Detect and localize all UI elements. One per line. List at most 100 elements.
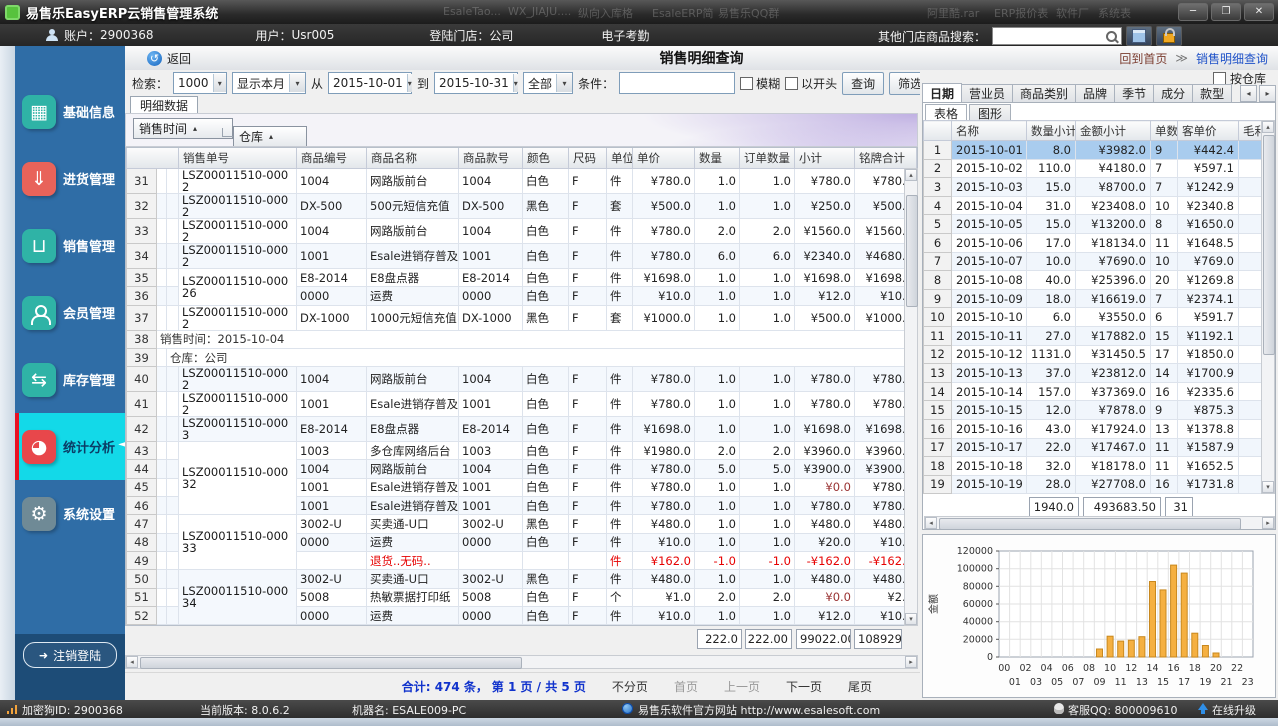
scroll-down-icon[interactable]: ▾ xyxy=(905,613,917,625)
table-row[interactable]: 31 LSZ00011510-0002 1004 网路版前台 1004 白色 F 件… xyxy=(126,168,917,194)
home-link[interactable]: 回到首页 xyxy=(1119,50,1167,67)
scroll-left-icon[interactable]: ◂ xyxy=(925,517,937,529)
stats-row[interactable]: 1 2015-10-01 8.0 ¥3982.0 9 ¥442.4 xyxy=(923,140,1271,160)
scroll-right-icon[interactable]: ▸ xyxy=(905,656,917,668)
stats-row[interactable]: 6 2015-10-06 17.0 ¥18134.0 11 ¥1648.5 xyxy=(923,232,1271,253)
date-from-picker[interactable]: 2015-10-01 ▾ xyxy=(328,72,413,94)
column-header[interactable]: 销售单号 xyxy=(178,148,297,169)
group-row-sale-time[interactable]: 38 销售时间：2015-10-04 xyxy=(126,329,917,349)
table-row[interactable]: 42 LSZ00011510-0003 E8-2014 E8盘点器 E8-2014 … xyxy=(126,416,917,443)
stats-row[interactable]: 12 2015-10-12 1131.0 ¥31450.5 17 ¥1850.0 xyxy=(923,344,1271,365)
table-row[interactable]: 50 LSZ00011510-00034 3002-U 买卖通-U口 3002-U … xyxy=(126,569,917,625)
tabs-scroll-right-icon[interactable]: ▸ xyxy=(1259,85,1276,102)
stats-tab-5[interactable]: 成分 xyxy=(1153,84,1194,102)
column-header[interactable]: 商品编号 xyxy=(296,148,367,169)
column-header[interactable]: 名称 xyxy=(951,120,1027,141)
column-header[interactable]: 尺码 xyxy=(568,148,607,169)
scrollbar-thumb[interactable] xyxy=(1263,135,1275,355)
stats-tab-0[interactable]: 日期 xyxy=(922,83,963,102)
sidebar-item-3[interactable]: 会员管理 xyxy=(15,279,125,346)
column-header[interactable]: 数量小计 xyxy=(1026,120,1076,141)
condition-input[interactable] xyxy=(619,72,736,94)
scope-select[interactable]: 全部 ▾ xyxy=(523,72,574,94)
scrollbar-thumb[interactable] xyxy=(140,657,522,669)
stats-row[interactable]: 18 2015-10-18 32.0 ¥18178.0 11 ¥1652.5 xyxy=(923,456,1271,476)
online-upgrade-link[interactable]: 在线升级 xyxy=(1212,702,1256,718)
scroll-down-icon[interactable]: ▾ xyxy=(1262,481,1274,493)
next-page-button[interactable]: 下一页 xyxy=(786,678,822,695)
stats-row[interactable]: 8 2015-10-08 40.0 ¥25396.0 20 ¥1269.8 xyxy=(923,270,1271,290)
calculator-button[interactable] xyxy=(1126,26,1152,46)
column-header[interactable]: 单数 xyxy=(1150,120,1178,141)
stats-row[interactable]: 13 2015-10-13 37.0 ¥23812.0 14 ¥1700.9 xyxy=(923,363,1271,383)
stats-horizontal-scrollbar[interactable]: ◂ ▸ xyxy=(924,516,1275,529)
scroll-left-icon[interactable]: ◂ xyxy=(126,656,138,668)
table-row[interactable]: 43 LSZ00011510-00032 1003 多仓库网络后台 1003 白色 … xyxy=(126,441,917,516)
column-header[interactable]: 单价 xyxy=(632,148,695,169)
table-row[interactable]: 47 LSZ00011510-00033 3002-U 买卖通-U口 3002-U … xyxy=(126,514,917,571)
table-row[interactable]: 41 LSZ00011510-0002 1001 Esale进销存普及 1001 白… xyxy=(126,391,917,418)
column-header[interactable]: 铭牌合计 xyxy=(854,148,917,169)
table-row[interactable]: 34 LSZ00011510-0002 1001 Esale进销存普及 1001 白… xyxy=(126,243,917,269)
column-header[interactable]: 单位 xyxy=(606,148,633,169)
period-select[interactable]: 显示本月 ▾ xyxy=(232,72,307,94)
tab-table[interactable]: 表格 xyxy=(925,104,968,121)
first-page-button[interactable]: 首页 xyxy=(674,678,698,695)
column-header[interactable]: 商品款号 xyxy=(458,148,523,169)
group-field-warehouse[interactable]: 仓库 ▴ xyxy=(233,126,307,146)
close-button[interactable]: ✕ xyxy=(1244,3,1274,21)
scroll-up-icon[interactable]: ▴ xyxy=(905,169,917,181)
stats-row[interactable]: 19 2015-10-19 28.0 ¥27708.0 16 ¥1731.8 xyxy=(923,474,1271,495)
sidebar-item-5[interactable]: ◕ 统计分析 ◄ xyxy=(15,413,126,480)
scroll-right-icon[interactable]: ▸ xyxy=(1262,517,1274,529)
sidebar-item-2[interactable]: ⊔ 销售管理 xyxy=(15,212,125,279)
fuzzy-checkbox[interactable]: 模糊 xyxy=(740,75,780,92)
stats-row[interactable]: 4 2015-10-04 31.0 ¥23408.0 10 ¥2340.8 xyxy=(923,195,1271,216)
sidebar-item-1[interactable]: ⇓ 进货管理 xyxy=(15,145,125,212)
stats-row[interactable]: 7 2015-10-07 10.0 ¥7690.0 10 ¥769.0 xyxy=(923,251,1271,272)
scrollbar-thumb[interactable] xyxy=(906,195,918,307)
column-header[interactable]: 颜色 xyxy=(522,148,569,169)
group-field-sale-time[interactable]: 销售时间 ▴ xyxy=(133,118,233,139)
sidebar-item-6[interactable]: ⚙ 系统设置 xyxy=(15,480,125,547)
stats-tab-4[interactable]: 季节 xyxy=(1114,84,1155,102)
group-row-warehouse[interactable]: 39 仓库：公司 xyxy=(126,347,917,368)
column-header[interactable]: 小计 xyxy=(794,148,855,169)
column-header[interactable]: 商品名称 xyxy=(366,148,459,169)
last-page-button[interactable]: 尾页 xyxy=(848,678,872,695)
lock-button[interactable] xyxy=(1156,26,1182,46)
column-header[interactable]: 金额小计 xyxy=(1075,120,1151,141)
table-row[interactable]: 40 LSZ00011510-0002 1004 网路版前台 1004 白色 F 件… xyxy=(126,366,917,393)
table-row[interactable]: 32 LSZ00011510-0002 DX-500 500元短信充值 DX-500… xyxy=(126,193,917,219)
table-row[interactable]: 35 LSZ00011510-00026 E8-2014 E8盘点器 E8-2014… xyxy=(126,267,917,306)
stats-row[interactable]: 17 2015-10-17 22.0 ¥17467.0 11 ¥1587.9 xyxy=(923,437,1271,458)
stats-tab-1[interactable]: 营业员 xyxy=(961,84,1014,102)
tabs-scroll-left-icon[interactable]: ◂ xyxy=(1240,85,1257,102)
sidebar-item-4[interactable]: ⇆ 库存管理 xyxy=(15,346,125,413)
stats-row[interactable]: 15 2015-10-15 12.0 ¥7878.0 9 ¥875.3 xyxy=(923,400,1271,420)
table-row[interactable]: 33 LSZ00011510-0002 1004 网路版前台 1004 白色 F 件… xyxy=(126,218,917,244)
table-row[interactable]: 53LSZ00011510-0004010022 换新加密狗 10022 黑色 … xyxy=(126,624,917,625)
tab-detail-data[interactable]: 明细数据 xyxy=(130,96,199,114)
scrollbar-thumb[interactable] xyxy=(939,518,1241,529)
query-button[interactable]: 查询 xyxy=(842,71,885,95)
stats-row[interactable]: 10 2015-10-10 6.0 ¥3550.0 6 ¥591.7 xyxy=(923,307,1271,327)
stats-tab-6[interactable]: 款型 xyxy=(1192,84,1233,102)
column-header[interactable]: 数量 xyxy=(694,148,740,169)
page-size-select[interactable]: 1000 ▾ xyxy=(173,72,228,94)
prev-page-button[interactable]: 上一页 xyxy=(724,678,760,695)
stats-row[interactable]: 2 2015-10-02 110.0 ¥4180.0 7 ¥597.1 xyxy=(923,158,1271,179)
detail-vertical-scrollbar[interactable]: ▴ ▾ xyxy=(904,168,918,626)
detail-horizontal-scrollbar[interactable]: ◂ ▸ xyxy=(125,655,918,669)
other-store-search-input[interactable] xyxy=(992,27,1122,45)
date-to-picker[interactable]: 2015-10-31 ▾ xyxy=(434,72,519,94)
stats-row[interactable]: 9 2015-10-09 18.0 ¥16619.0 7 ¥2374.1 xyxy=(923,288,1271,309)
official-website-link[interactable]: 易售乐软件官方网站 http://www.esalesoft.com xyxy=(638,702,880,718)
attendance-link[interactable]: 电子考勤 xyxy=(601,27,649,44)
stats-tab-2[interactable]: 商品类别 xyxy=(1012,84,1077,102)
tab-chart[interactable]: 图形 xyxy=(969,104,1012,121)
stats-vertical-scrollbar[interactable]: ▴ ▾ xyxy=(1261,120,1275,494)
stats-row[interactable]: 14 2015-10-14 157.0 ¥37369.0 16 ¥2335.6 xyxy=(923,381,1271,402)
logout-button[interactable]: ➜ 注销登陆 xyxy=(23,642,117,668)
stats-row[interactable]: 3 2015-10-03 15.0 ¥8700.0 7 ¥1242.9 xyxy=(923,177,1271,197)
